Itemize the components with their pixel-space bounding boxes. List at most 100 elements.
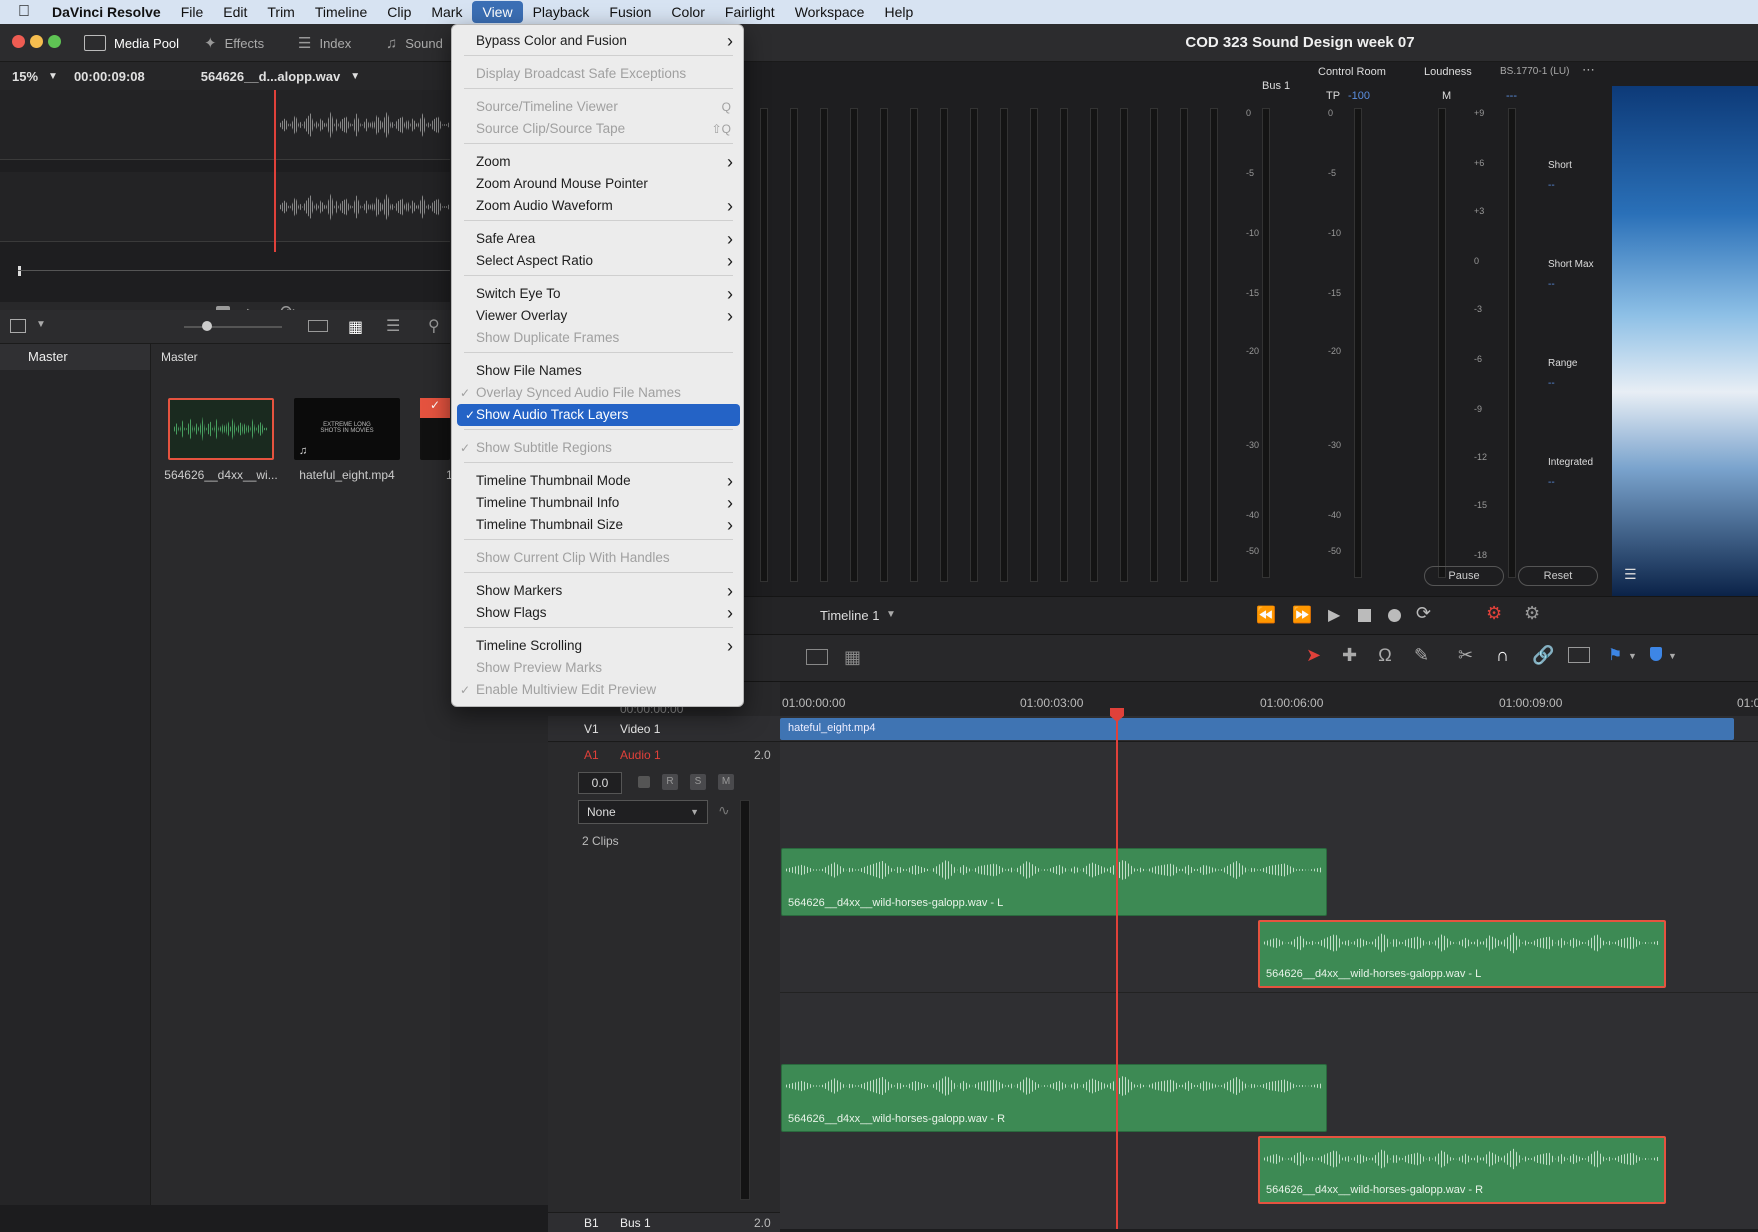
menu-item-show-audio-track-layers[interactable]: ✓ Show Audio Track Layers [457,404,740,426]
chevron-down-icon[interactable]: ▼ [350,71,360,82]
menu-item-show-markers[interactable]: Show Markers › [452,580,743,602]
minimize-window-button[interactable] [30,35,43,48]
range-select-icon[interactable]: ✚ [1342,645,1357,666]
menu-fusion[interactable]: Fusion [599,0,661,24]
record-arm-button[interactable]: R [662,774,678,790]
menu-item-zoom-audio-waveform[interactable]: Zoom Audio Waveform › [452,195,743,217]
chevron-down-icon[interactable]: ▼ [1668,651,1677,661]
source-playhead[interactable] [274,90,276,252]
search-icon[interactable]: ⚲ [428,316,440,336]
menu-mark[interactable]: Mark [421,0,472,24]
selection-pointer-icon[interactable]: ➤ [1306,645,1321,666]
link-icon[interactable]: 🔗 [1532,645,1554,666]
source-scrubber-handle[interactable] [18,266,21,276]
edit-select-icon[interactable]: Ω [1378,645,1392,666]
timeline-tracks[interactable]: hateful_eight.mp4 564626__d4xx__wild-hor… [780,716,1758,1229]
marker-icon[interactable] [1650,647,1662,661]
reset-button[interactable]: Reset [1518,566,1598,586]
pencil-icon[interactable]: ✎ [1414,645,1429,666]
flag-icon[interactable]: ⚑ [1608,645,1622,665]
menu-timeline[interactable]: Timeline [305,0,377,24]
menu-item-zoom[interactable]: Zoom › [452,151,743,173]
loop-icon[interactable]: ⟳ [1416,603,1431,624]
slider-handle[interactable] [202,321,212,331]
media-pool-button[interactable]: Media Pool [84,33,179,53]
video-clip[interactable]: hateful_eight.mp4 [780,718,1734,740]
clip-thumbnail-audio[interactable] [168,398,274,460]
chevron-down-icon[interactable]: ▼ [1628,651,1637,661]
menu-trim[interactable]: Trim [257,0,304,24]
menu-item-timeline-thumbnail-mode[interactable]: Timeline Thumbnail Mode › [452,470,743,492]
play-icon[interactable]: ▶ [1328,605,1340,625]
close-window-button[interactable] [12,35,25,48]
list-view-icon[interactable]: ☰ [386,316,400,336]
automation-settings-icon[interactable]: ⚙ [1524,603,1540,624]
apple-icon[interactable]:  [0,0,42,24]
record-icon[interactable] [1388,609,1401,622]
waveform-zoom-icon[interactable] [1568,647,1590,663]
track-name-audio[interactable]: Audio 1 [620,748,661,762]
menu-clip[interactable]: Clip [377,0,421,24]
chevron-down-icon[interactable]: ▼ [886,609,896,620]
sidebar-toggle-icon[interactable] [10,319,26,333]
source-scrubber-track[interactable] [18,270,450,271]
menu-item-zoom-around-mouse-pointer[interactable]: Zoom Around Mouse Pointer [452,173,743,195]
timeline-view-options-icon[interactable] [806,649,828,665]
menu-file[interactable]: File [171,0,214,24]
audio-clip[interactable]: 564626__d4xx__wild-horses-galopp.wav - L [781,848,1327,916]
snapping-icon[interactable]: ∩ [1496,645,1509,666]
audio-clip-selected[interactable]: 564626__d4xx__wild-horses-galopp.wav - L [1258,920,1666,988]
chevron-down-icon[interactable]: ▼ [48,71,58,82]
grid-view-icon[interactable]: ▦ [348,317,363,337]
menu-fairlight[interactable]: Fairlight [715,0,785,24]
menu-item-switch-eye-to[interactable]: Switch Eye To › [452,283,743,305]
audio-clip[interactable]: 564626__d4xx__wild-horses-galopp.wav - R [781,1064,1327,1132]
menu-playback[interactable]: Playback [523,0,600,24]
volume-field[interactable]: 0.0 [578,772,622,794]
lock-icon[interactable] [638,776,650,788]
menu-item-show-file-names[interactable]: Show File Names [452,360,743,382]
timeline-playhead[interactable] [1116,708,1118,1229]
timeline-selector[interactable]: Timeline 1 [820,608,879,623]
track-header-b1[interactable]: B1 Bus 1 2.0 [548,1212,780,1232]
fast-forward-icon[interactable]: ⏩ [1292,605,1312,625]
more-options-icon[interactable]: ⋯ [1582,62,1595,78]
rewind-icon[interactable]: ⏪ [1256,605,1276,625]
menu-item-select-aspect-ratio[interactable]: Select Aspect Ratio › [452,250,743,272]
menu-edit[interactable]: Edit [213,0,257,24]
track-name-bus[interactable]: Bus 1 [620,1216,651,1230]
menu-item-timeline-scrolling[interactable]: Timeline Scrolling › [452,635,743,657]
track-header-v1[interactable]: V1 Video 1 [548,716,780,742]
zoom-window-button[interactable] [48,35,61,48]
viewer-zoom[interactable]: 15% [12,69,38,84]
index-button[interactable]: ☰ Index [298,33,351,53]
thumbnail-size-slider[interactable] [184,326,282,328]
pause-button[interactable]: Pause [1424,566,1504,586]
grid-icon[interactable]: ▦ [844,647,861,668]
effect-select[interactable]: None ▼ [578,800,708,824]
stop-icon[interactable] [1358,609,1371,622]
mute-button[interactable]: M [718,774,734,790]
menu-item-bypass-color-and-fusion[interactable]: Bypass Color and Fusion › [452,30,743,52]
source-clip-name[interactable]: 564626__d...alopp.wav [201,69,340,84]
chevron-down-icon[interactable]: ▼ [36,319,46,330]
menu-view[interactable]: View [472,1,523,23]
menu-color[interactable]: Color [661,0,714,24]
sound-library-button[interactable]: ♫ Sound [386,33,443,53]
menu-item-timeline-thumbnail-size[interactable]: Timeline Thumbnail Size › [452,514,743,536]
menu-workspace[interactable]: Workspace [785,0,875,24]
track-header-a1[interactable]: A1 Audio 1 2.0 0.0 R S M None ▼ ∿ 2 Clip… [548,742,780,1212]
menu-item-viewer-overlay[interactable]: Viewer Overlay › [452,305,743,327]
razor-icon[interactable]: ✂ [1458,645,1473,666]
clip-thumbnail-video[interactable]: EXTREME LONG SHOTS IN MOVIES ♫ [294,398,400,460]
menu-help[interactable]: Help [874,0,923,24]
automation-curve-icon[interactable]: ∿ [718,802,730,819]
audio-clip-selected[interactable]: 564626__d4xx__wild-horses-galopp.wav - R [1258,1136,1666,1204]
timeline-ruler[interactable]: 01:00:00:00 01:00:03:00 01:00:06:00 01:0… [780,682,1758,716]
loudness-standard[interactable]: BS.1770-1 (LU) [1500,66,1569,77]
automation-icon[interactable]: ⚙ [1486,603,1502,624]
bin-master[interactable]: Master [0,344,150,370]
menu-item-show-flags[interactable]: Show Flags › [452,602,743,624]
metadata-view-icon[interactable] [308,320,328,332]
menu-item-timeline-thumbnail-info[interactable]: Timeline Thumbnail Info › [452,492,743,514]
